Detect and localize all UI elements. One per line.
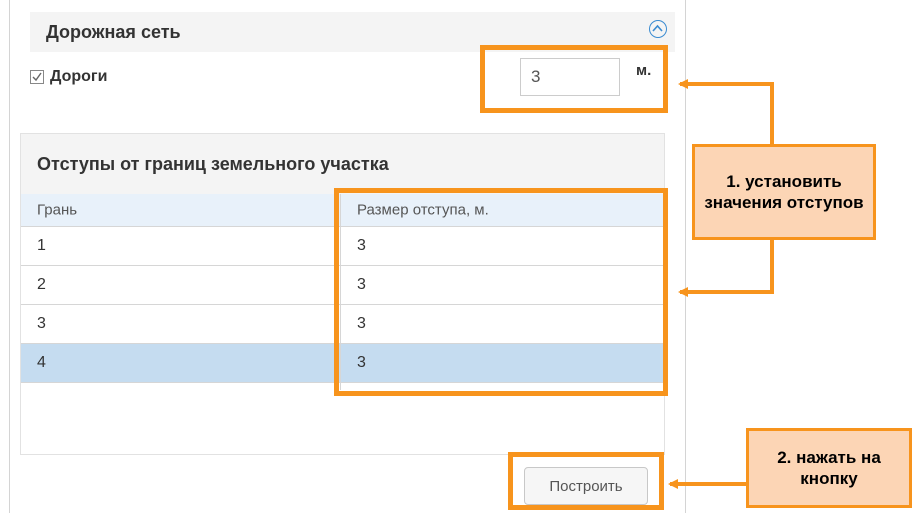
callout-step-2-text: 2. нажать на кнопку: [777, 448, 881, 488]
callout-step-1: 1. установить значения отступов: [692, 144, 876, 240]
callout-step-1-text: 1. установить значения отступов: [704, 172, 864, 212]
arrow-to-setback-values: [678, 240, 774, 297]
callout-step-2: 2. нажать на кнопку: [746, 428, 912, 508]
arrow-to-roads-input: [678, 79, 774, 144]
